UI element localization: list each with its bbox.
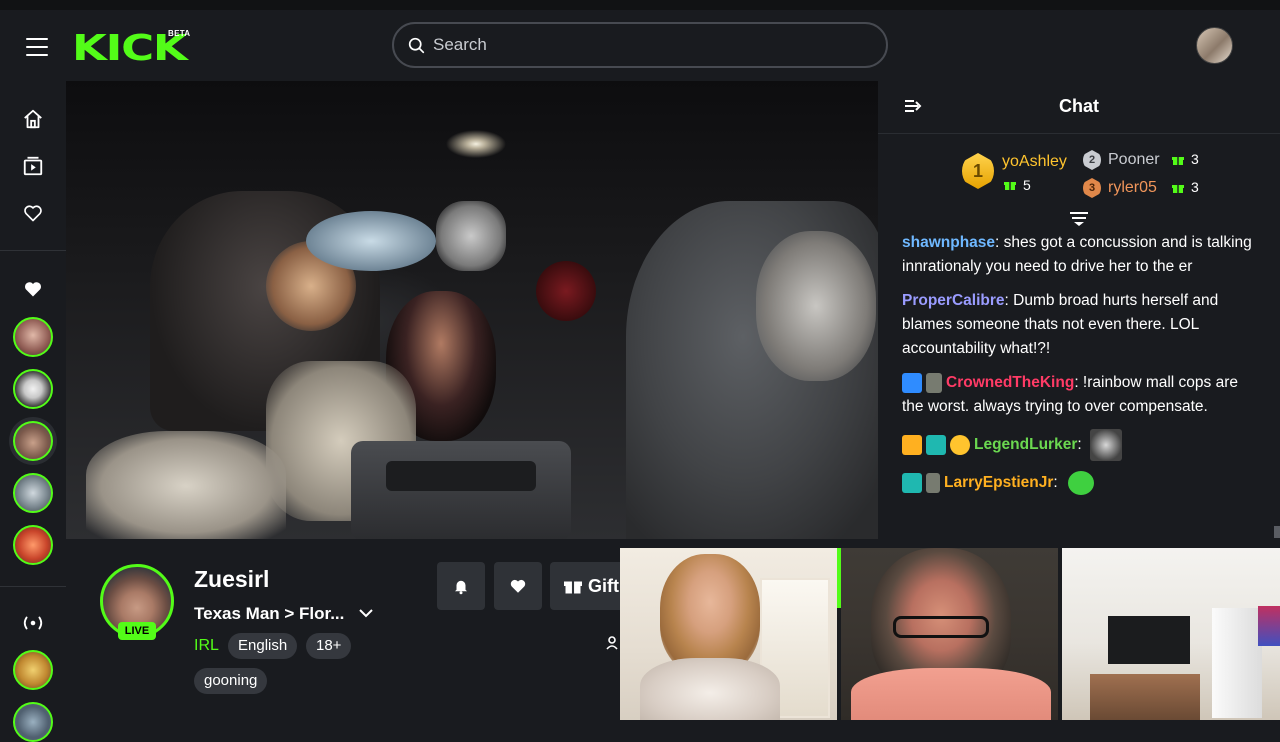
webcam-scene <box>640 658 780 720</box>
chat-messages: shawnphase: shes got a concussion and is… <box>902 231 1258 505</box>
leaderboard-second-gifts: 3 <box>1191 151 1199 167</box>
chat-username[interactable]: ProperCalibre <box>902 292 1005 309</box>
sidebar-divider <box>0 586 66 587</box>
chat-message: shawnphase: shes got a concussion and is… <box>902 231 1258 279</box>
sidebar-channel-avatar[interactable] <box>13 473 53 513</box>
bell-icon <box>455 580 467 595</box>
home-icon[interactable] <box>21 107 45 131</box>
rank-3-badge: 3 <box>1083 178 1101 198</box>
crown-badge-icon <box>902 435 922 455</box>
emote-icon <box>1089 429 1122 461</box>
og-badge-icon <box>926 435 946 455</box>
beta-label: BETA <box>168 29 191 38</box>
video-scene <box>756 231 876 381</box>
leaderboard-first-name[interactable]: yoAshley <box>1002 153 1067 171</box>
video-scene <box>386 461 536 491</box>
sidebar-channel-avatar[interactable] <box>13 650 53 690</box>
chat-username[interactable]: CrownedTheKing <box>946 374 1074 391</box>
subscriber-badge-icon <box>926 372 942 393</box>
sidebar-channel-avatar[interactable] <box>13 702 53 742</box>
webcam-scene <box>851 668 1051 720</box>
video-scene <box>306 211 436 271</box>
chat-username[interactable]: LegendLurker <box>974 436 1077 453</box>
webcam-scene <box>1258 606 1280 646</box>
sidebar-channel-avatar[interactable] <box>13 525 53 565</box>
video-scene <box>436 201 506 271</box>
subscriber-badge-icon <box>926 473 940 493</box>
chat-message: ProperCalibre: Dumb broad hurts herself … <box>902 289 1258 361</box>
webcam-overlay <box>841 548 1058 720</box>
leaderboard-third-name[interactable]: ryler05 <box>1108 179 1157 197</box>
chat-panel: Chat 1 yoAshley 5 2 Pooner 3 3 ryler05 3… <box>878 81 1280 540</box>
pinned-toggle-icon[interactable] <box>1068 211 1090 232</box>
chevron-down-icon[interactable] <box>358 606 374 624</box>
sidebar-channel-avatar[interactable] <box>13 369 53 409</box>
webcam-overlay <box>1062 548 1280 720</box>
webcam-scene <box>1090 674 1200 720</box>
following-icon[interactable] <box>21 201 45 225</box>
gift-subs-button[interactable]: Gift <box>550 562 630 610</box>
top-bar: KICK BETA <box>0 0 1280 90</box>
gift-icon <box>1004 182 1016 190</box>
search-icon <box>408 37 425 53</box>
webcam-scene <box>893 616 989 638</box>
tag-chip[interactable]: gooning <box>194 668 268 694</box>
chat-scrollbar[interactable] <box>1274 526 1280 538</box>
video-scene <box>536 261 596 321</box>
gift-icon <box>1172 185 1184 193</box>
gift-icon <box>564 581 582 594</box>
webcam-scene <box>1108 616 1190 664</box>
webcam-scene <box>660 554 760 674</box>
search-input[interactable] <box>433 35 853 55</box>
chat-title: Chat <box>1059 96 1099 116</box>
leaderboard-third-gifts: 3 <box>1191 179 1199 195</box>
chat-header: Chat <box>878 81 1280 134</box>
tag-chip[interactable]: English <box>228 633 298 659</box>
webcam-overlay <box>620 548 837 720</box>
rank-2-badge: 2 <box>1083 150 1101 170</box>
chat-message: LarryEpstienJr: <box>902 471 1258 495</box>
chat-message: CrownedTheKing: !rainbow mall cops are t… <box>902 371 1258 419</box>
chat-username[interactable]: shawnphase <box>902 234 995 251</box>
heart-icon <box>510 579 526 593</box>
menu-icon[interactable] <box>26 38 48 56</box>
tag-chip[interactable]: 18+ <box>306 633 352 659</box>
followed-heart-icon <box>21 277 45 301</box>
leaderboard-first-gifts: 5 <box>1023 177 1031 193</box>
left-sidebar <box>0 90 66 742</box>
browse-icon[interactable] <box>21 154 45 178</box>
category-link[interactable]: IRL <box>194 637 219 655</box>
og-badge-icon <box>902 473 922 493</box>
chat-username[interactable]: LarryEpstienJr <box>944 474 1053 491</box>
stream-title: Texas Man > Flor... <box>194 604 345 623</box>
streamer-name[interactable]: Zuesirl <box>194 566 269 593</box>
user-avatar[interactable] <box>1196 27 1233 64</box>
emote-icon <box>1068 471 1095 495</box>
video-player[interactable] <box>66 81 878 539</box>
webcam-scene <box>1212 608 1262 718</box>
chat-text: : <box>1077 436 1082 454</box>
search-bar[interactable] <box>392 22 888 68</box>
live-broadcast-icon <box>21 611 45 635</box>
gift-label: Gift <box>588 575 619 596</box>
sidebar-divider <box>0 250 66 251</box>
chat-text: : <box>1053 474 1058 492</box>
leaderboard-second-name[interactable]: Pooner <box>1108 151 1160 169</box>
notification-bell-button[interactable] <box>437 562 485 610</box>
stream-info: LIVE Zuesirl Texas Man > Flor... IRL Eng… <box>66 540 630 720</box>
chat-message: LegendLurker: <box>902 429 1258 461</box>
video-scene <box>86 431 286 539</box>
follow-button[interactable] <box>494 562 542 610</box>
moderator-badge-icon <box>902 372 922 393</box>
rank-1-badge: 1 <box>962 153 994 189</box>
sidebar-channel-avatar[interactable] <box>13 317 53 357</box>
gifter-badge-icon <box>950 435 970 455</box>
live-badge: LIVE <box>118 622 156 640</box>
gift-icon <box>1172 157 1184 165</box>
sidebar-channel-avatar[interactable] <box>13 421 53 461</box>
